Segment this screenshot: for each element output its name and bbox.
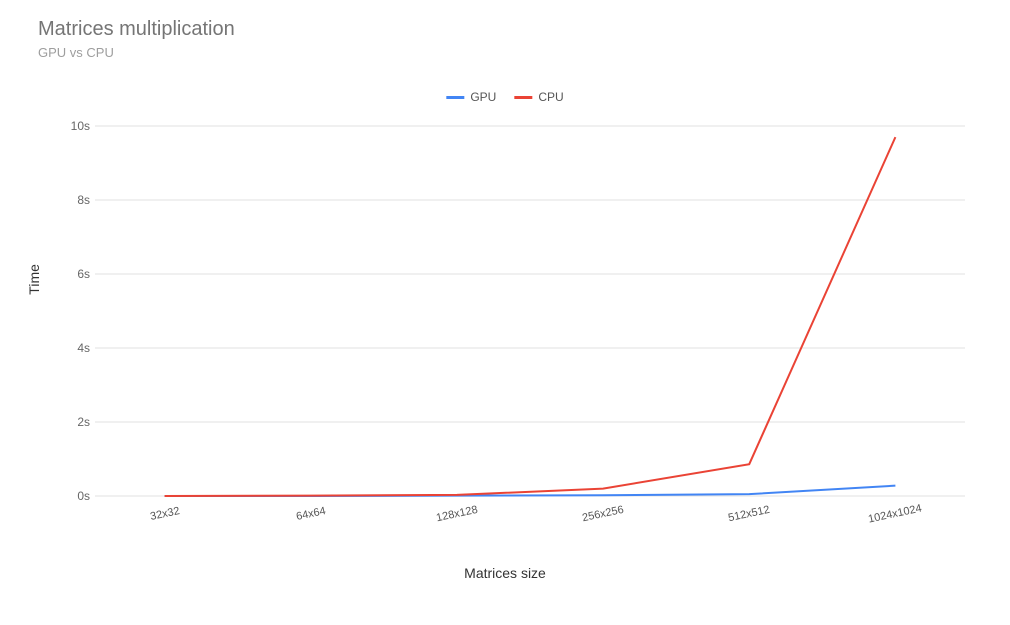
legend-label: GPU bbox=[470, 90, 496, 104]
chart-title: Matrices multiplication bbox=[38, 18, 235, 41]
legend-label: CPU bbox=[538, 90, 563, 104]
y-tick-label: 4s bbox=[35, 341, 90, 355]
x-tick-label: 512x512 bbox=[727, 504, 771, 525]
legend-swatch bbox=[514, 96, 532, 99]
x-axis-label: Matrices size bbox=[464, 565, 546, 581]
x-tick-label: 256x256 bbox=[581, 504, 625, 525]
x-tick-label: 1024x1024 bbox=[868, 502, 924, 525]
y-tick-label: 6s bbox=[35, 267, 90, 281]
y-tick-label: 10s bbox=[35, 119, 90, 133]
plot-area bbox=[95, 126, 965, 496]
legend-item-cpu[interactable]: CPU bbox=[514, 90, 563, 104]
y-tick-label: 8s bbox=[35, 193, 90, 207]
chart-container: Matrices multiplication GPU vs CPU GPU CP… bbox=[0, 0, 1010, 625]
legend-item-gpu[interactable]: GPU bbox=[446, 90, 496, 104]
y-tick-label: 2s bbox=[35, 415, 90, 429]
plot-svg bbox=[95, 126, 965, 496]
y-tick-label: 0s bbox=[35, 489, 90, 503]
x-tick-label: 128x128 bbox=[435, 504, 479, 525]
chart-subtitle: GPU vs CPU bbox=[38, 45, 114, 60]
legend-swatch bbox=[446, 96, 464, 99]
x-tick-label: 64x64 bbox=[295, 505, 327, 523]
x-tick-label: 32x32 bbox=[149, 505, 181, 523]
chart-legend: GPU CPU bbox=[446, 90, 563, 104]
series-cpu bbox=[165, 137, 896, 496]
